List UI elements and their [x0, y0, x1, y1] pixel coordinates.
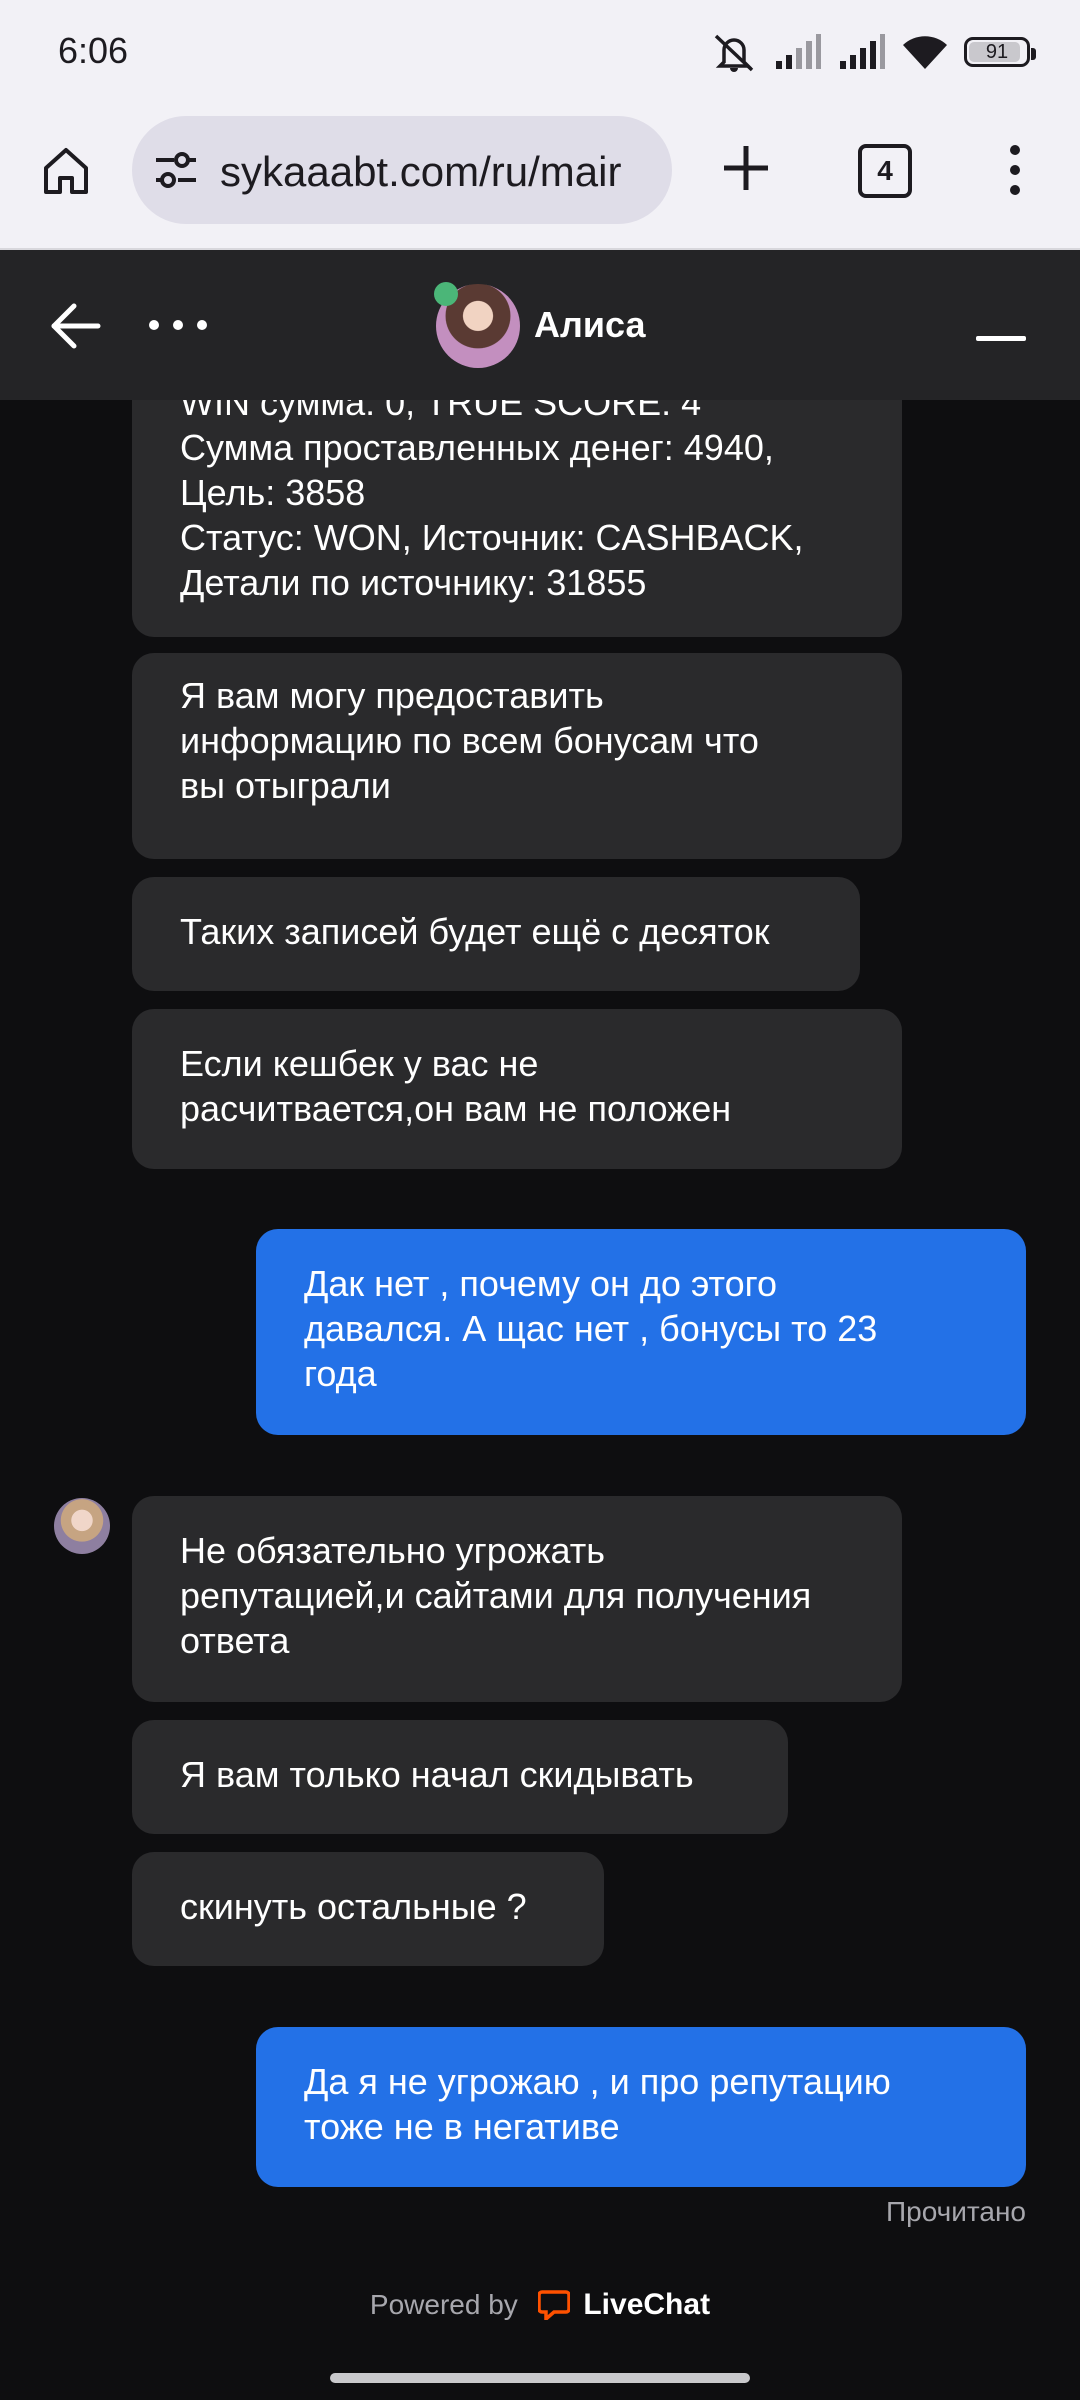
visitor-message: Да я не угрожаю , и про репутацию тоже н…	[256, 2027, 1026, 2187]
url-text[interactable]: sykaaabt.com/ru/mair	[220, 148, 621, 196]
powered-by-text: Powered by	[369, 2289, 518, 2320]
agent-message: Не обязательно угрожать репутацией,и сай…	[132, 1496, 902, 1702]
agent-message: Таких записей будет ещё с десяток	[132, 877, 860, 991]
wifi-icon	[903, 36, 947, 69]
minimize-button[interactable]	[976, 336, 1026, 341]
address-bar[interactable]: sykaaabt.com/ru/mair	[132, 116, 672, 224]
new-tab-plus-icon[interactable]	[714, 136, 778, 200]
tab-switcher-button[interactable]: 4	[858, 144, 912, 198]
home-icon	[44, 148, 88, 194]
battery-icon: 91	[964, 37, 1036, 67]
agent-message: скинуть остальные ?	[132, 1852, 604, 1966]
status-icons: 91	[710, 28, 1036, 76]
agent-message: Если кешбек у вас не расчитвается,он вам…	[132, 1009, 902, 1169]
signal-icon-2	[840, 34, 885, 69]
home-button[interactable]	[34, 138, 98, 202]
gesture-handle[interactable]	[330, 2373, 750, 2383]
powered-by-footer[interactable]: Powered by LiveChat	[0, 2288, 1080, 2322]
livechat-brand: LiveChat	[583, 2288, 711, 2321]
system-nav-bar	[0, 2355, 1080, 2400]
status-bar: 6:06 91	[0, 0, 1080, 104]
notifications-muted-icon	[714, 34, 754, 72]
agent-name: Алиса	[534, 304, 646, 345]
chat-header: Алиса	[0, 250, 1080, 400]
online-status-dot	[434, 282, 458, 306]
battery-level: 91	[985, 40, 1009, 63]
read-status: Прочитано	[886, 2196, 1026, 2227]
chat-messages: WIN сумма: 0, TRUE SCORE: 4 Сумма проста…	[0, 400, 1080, 2355]
agent-avatar-small	[54, 1498, 110, 1554]
agent-message: Я вам только начал скидывать	[132, 1720, 788, 1834]
signal-icon	[776, 34, 821, 69]
visitor-message: Дак нет , почему он до этого давался. А …	[256, 1229, 1026, 1435]
browser-toolbar: sykaaabt.com/ru/mair 4	[0, 104, 1080, 250]
more-options-icon[interactable]	[146, 310, 210, 340]
tab-count: 4	[877, 155, 893, 186]
site-settings-icon[interactable]	[152, 148, 200, 192]
browser-menu-icon[interactable]	[1000, 140, 1030, 200]
agent-message: WIN сумма: 0, TRUE SCORE: 4 Сумма проста…	[132, 400, 902, 637]
livechat-logo-icon	[537, 2290, 570, 2320]
back-arrow-icon[interactable]	[48, 298, 104, 354]
agent-message: Я вам могу предоставить информацию по вс…	[132, 653, 902, 859]
status-time: 6:06	[58, 30, 129, 71]
